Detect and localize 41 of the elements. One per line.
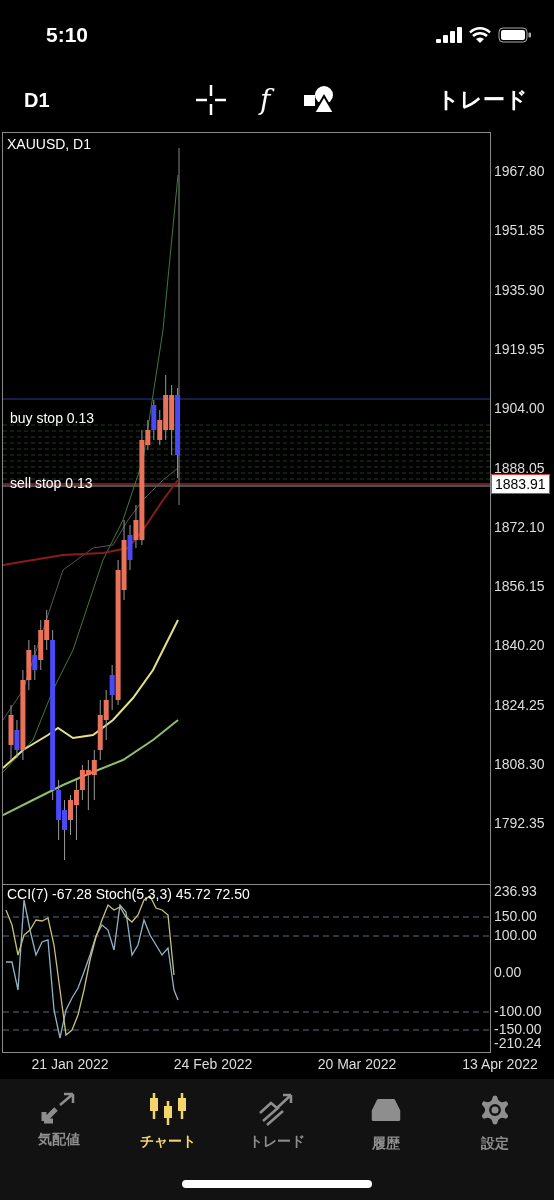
tab-bar-item[interactable]: トレード <box>226 1091 327 1153</box>
tab-bar-item[interactable]: 設定 <box>445 1091 546 1153</box>
tab-bar-item[interactable]: 履歴 <box>336 1091 437 1153</box>
date-axis-label: 20 Mar 2022 <box>317 1056 397 1072</box>
indicator-axis-label: 0.00 <box>494 964 522 980</box>
price-axis-label: 1935.90 <box>494 281 545 298</box>
indicator-axis-label: 150.00 <box>494 908 537 924</box>
indicator-axis-label: 236.93 <box>494 883 537 899</box>
indicator-axis-label: -210.24 <box>494 1035 542 1051</box>
indicator-axis-label: -150.00 <box>494 1021 542 1037</box>
price-axis-label: 1919.95 <box>494 340 545 357</box>
crosshair-icon[interactable] <box>196 85 226 115</box>
timeframe-label[interactable]: D1 <box>24 88 196 112</box>
date-axis-label: 24 Feb 2022 <box>173 1056 253 1072</box>
current-price-tag: 1883.91 <box>491 474 550 494</box>
price-axis-label: 1967.80 <box>494 163 545 179</box>
indicator-axis-label: 100.00 <box>494 927 537 943</box>
trade-button[interactable]: トレード <box>437 85 528 115</box>
price-axis-label: 1840.20 <box>494 637 545 654</box>
price-axis-label: 1872.10 <box>494 518 545 535</box>
price-axis-label: 1808.30 <box>494 756 545 772</box>
price-axis-label: 1951.85 <box>494 222 545 239</box>
indicator-axis-label: -100.00 <box>494 1003 542 1019</box>
date-axis-label: 21 Jan 2022 <box>31 1056 109 1072</box>
symbol-label: XAUUSD, D1 <box>7 136 92 152</box>
order-label: buy stop 0.13 <box>10 410 95 426</box>
tab-bar-item[interactable]: チャート <box>117 1091 218 1153</box>
wifi-icon <box>469 27 491 43</box>
price-axis-label: 1792.35 <box>494 815 545 832</box>
order-label: sell stop 0.13 <box>10 475 93 491</box>
price-axis-label: 1904.00 <box>494 400 545 417</box>
price-axis-label: 1856.15 <box>494 578 545 595</box>
tab-bar-item[interactable]: 気配値 <box>8 1091 109 1153</box>
price-axis-label: 1824.25 <box>494 696 545 713</box>
price-axis-label: 1888.05 <box>494 459 545 476</box>
candlestick-icon <box>147 1091 188 1127</box>
date-axis-label: 13 Apr 2022 <box>462 1056 538 1072</box>
indicator-legend: CCI(7) -67.28 Stoch(5,3,3) 45.72 72.50 <box>7 886 250 902</box>
battery-icon <box>498 27 532 43</box>
status-time: 5:10 <box>46 23 89 47</box>
signal-icon <box>436 27 462 43</box>
